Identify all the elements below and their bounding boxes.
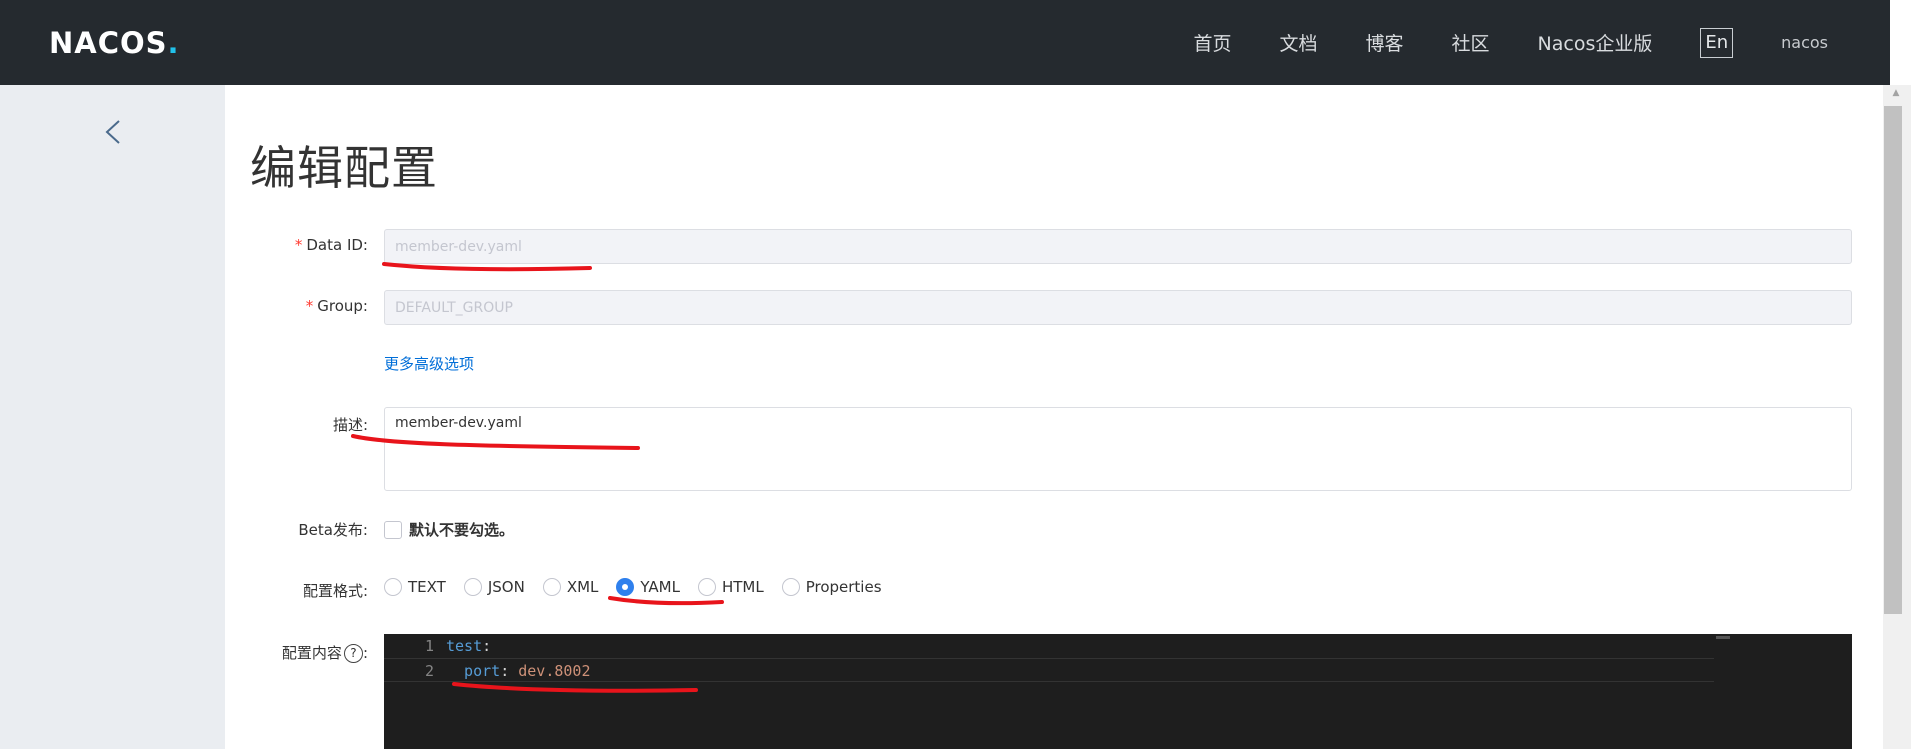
- code-editor[interactable]: 1 test: 2 port: dev.8002: [384, 634, 1852, 749]
- data-id-input[interactable]: member-dev.yaml: [384, 229, 1852, 264]
- logo-text: NACOS: [49, 26, 168, 60]
- line-number: 2: [424, 662, 434, 680]
- data-id-label: * Data ID:: [295, 236, 368, 254]
- radio-text[interactable]: [384, 578, 402, 596]
- required-star: *: [305, 297, 314, 315]
- top-navbar: NACOS. 首页 文档 博客 社区 Nacos企业版 En nacos: [0, 0, 1890, 85]
- beta-label: Beta发布:: [298, 521, 368, 539]
- line-number: 1: [424, 637, 434, 655]
- radio-label: XML: [566, 578, 599, 596]
- nav-community[interactable]: 社区: [1452, 29, 1490, 56]
- beta-checkbox-row[interactable]: 默认不要勾选。: [384, 519, 514, 540]
- radio-xml[interactable]: [542, 578, 561, 596]
- content-label: 配置内容?:: [282, 642, 368, 663]
- nacos-logo[interactable]: NACOS.: [49, 26, 180, 60]
- format-label: 配置格式:: [302, 582, 368, 600]
- group-value: DEFAULT_GROUP: [395, 299, 513, 316]
- radio-properties[interactable]: [781, 578, 800, 596]
- code-line: 1 test:: [384, 634, 1714, 658]
- radio-json[interactable]: [463, 578, 482, 596]
- content-label-colon: :: [362, 644, 368, 662]
- code-text: port: dev.8002: [446, 659, 591, 683]
- description-textarea[interactable]: member-dev.yaml: [384, 407, 1852, 491]
- advanced-options-link[interactable]: 更多高级选项: [384, 353, 474, 374]
- nav-enterprise[interactable]: Nacos企业版: [1538, 29, 1653, 56]
- group-label: * Group:: [306, 297, 368, 315]
- yaml-key: port: [446, 662, 501, 680]
- format-option-properties[interactable]: Properties: [781, 578, 882, 596]
- description-value: member-dev.yaml: [395, 415, 522, 431]
- data-id-value: member-dev.yaml: [395, 238, 522, 255]
- scroll-up-arrow-icon[interactable]: ▲: [1887, 88, 1905, 102]
- format-radio-group: TEXT JSON XML YAML HTML Properties: [384, 578, 900, 596]
- radio-html[interactable]: [697, 578, 716, 596]
- group-input[interactable]: DEFAULT_GROUP: [384, 290, 1852, 325]
- language-switch-button[interactable]: En: [1700, 27, 1734, 58]
- format-option-xml[interactable]: XML: [542, 578, 599, 596]
- beta-checkbox[interactable]: [384, 520, 402, 539]
- beta-checkbox-text: 默认不要勾选。: [409, 521, 515, 539]
- radio-label: JSON: [487, 578, 525, 596]
- code-text: test:: [446, 634, 491, 658]
- sidebar: [0, 85, 225, 749]
- yaml-separator: :: [482, 637, 492, 655]
- required-star: *: [294, 236, 303, 254]
- code-line-active: 2 port: dev.8002: [384, 658, 1714, 682]
- group-label-text: Group:: [317, 297, 368, 315]
- radio-label: Properties: [805, 578, 882, 596]
- scrollbar-thumb[interactable]: [1884, 106, 1902, 614]
- yaml-key: test: [446, 637, 483, 655]
- yaml-separator: :: [500, 662, 519, 680]
- format-option-html[interactable]: HTML: [697, 578, 764, 596]
- radio-label: HTML: [721, 578, 764, 596]
- nav-docs[interactable]: 文档: [1279, 29, 1317, 56]
- top-nav: 首页 文档 博客 社区 Nacos企业版 En nacos: [1145, 0, 1828, 85]
- data-id-label-text: Data ID:: [306, 236, 368, 254]
- format-option-yaml[interactable]: YAML: [616, 578, 680, 596]
- user-menu[interactable]: nacos: [1781, 33, 1828, 52]
- description-label: 描述:: [332, 416, 368, 434]
- yaml-value: dev.8002: [518, 662, 591, 680]
- back-arrow-icon[interactable]: [101, 117, 125, 147]
- nav-blog[interactable]: 博客: [1365, 29, 1403, 56]
- radio-yaml[interactable]: [616, 578, 635, 596]
- format-option-text[interactable]: TEXT: [384, 578, 446, 596]
- radio-label: YAML: [640, 578, 680, 596]
- format-option-json[interactable]: JSON: [463, 578, 525, 596]
- editor-minimap[interactable]: [1716, 636, 1730, 639]
- nav-home[interactable]: 首页: [1193, 29, 1231, 56]
- logo-dot: .: [167, 26, 180, 60]
- radio-label: TEXT: [408, 578, 446, 596]
- page-title: 编辑配置: [250, 141, 438, 195]
- content-label-text: 配置内容: [281, 644, 342, 662]
- help-icon[interactable]: ?: [343, 644, 363, 663]
